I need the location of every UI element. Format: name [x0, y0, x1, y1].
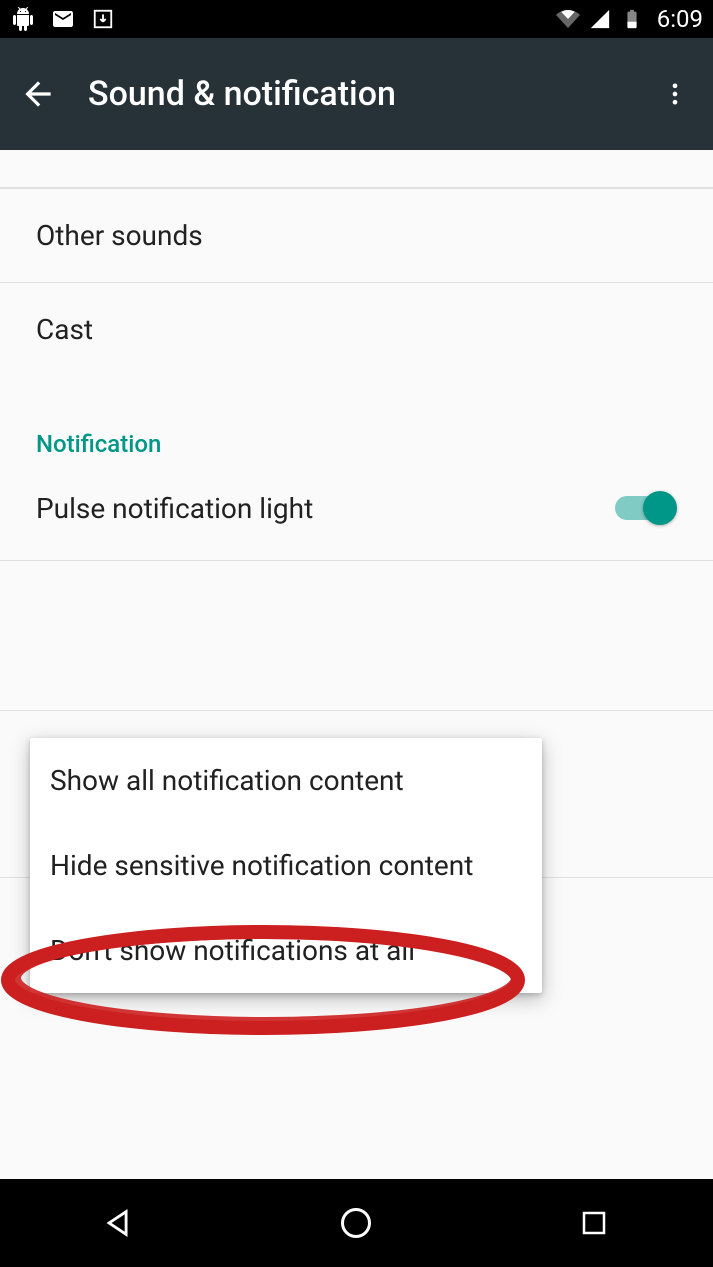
- settings-list: Other sounds Cast Notification Pulse not…: [0, 150, 713, 971]
- pulse-notification-label: Pulse notification light: [36, 492, 313, 525]
- android-icon: [10, 6, 36, 32]
- square-recents-icon: [579, 1208, 609, 1238]
- other-sounds-item[interactable]: Other sounds: [0, 188, 713, 282]
- hidden-row-behind-popup: [0, 560, 713, 710]
- wifi-icon: [555, 6, 581, 32]
- download-icon: [90, 6, 116, 32]
- popup-option-show-all[interactable]: Show all notification content: [30, 738, 542, 823]
- popup-option-hide-sensitive-label: Hide sensitive notification content: [50, 849, 473, 882]
- page-title: Sound & notification: [88, 74, 625, 114]
- app-bar: Sound & notification: [0, 38, 713, 150]
- notification-section-header: Notification: [0, 376, 713, 466]
- switch-thumb: [643, 491, 677, 525]
- nav-back-button[interactable]: [95, 1199, 143, 1247]
- nav-recents-button[interactable]: [570, 1199, 618, 1247]
- triangle-back-icon: [102, 1206, 136, 1240]
- popup-option-dont-show-label: Don't show notifications at all: [50, 934, 415, 967]
- cast-label: Cast: [36, 313, 93, 346]
- status-bar: 6:09: [0, 0, 713, 38]
- gmail-icon: [50, 6, 76, 32]
- overflow-menu-button[interactable]: [655, 74, 695, 114]
- lock-screen-notifications-popup: Show all notification content Hide sensi…: [30, 738, 542, 993]
- battery-icon: [619, 6, 645, 32]
- partial-item-top: [0, 150, 713, 188]
- pulse-notification-switch[interactable]: [611, 490, 677, 526]
- cast-item[interactable]: Cast: [0, 282, 713, 376]
- arrow-back-icon: [19, 75, 57, 113]
- nav-home-button[interactable]: [332, 1199, 380, 1247]
- back-button[interactable]: [18, 74, 58, 114]
- popup-option-hide-sensitive[interactable]: Hide sensitive notification content: [30, 823, 542, 908]
- status-left: [10, 6, 116, 32]
- popup-option-show-all-label: Show all notification content: [50, 764, 404, 797]
- pulse-notification-row[interactable]: Pulse notification light: [0, 466, 713, 560]
- status-right: 6:09: [555, 5, 703, 33]
- popup-option-dont-show[interactable]: Don't show notifications at all: [30, 908, 542, 993]
- status-time: 6:09: [657, 5, 703, 33]
- cellular-icon: [587, 6, 613, 32]
- more-vert-icon: [661, 80, 689, 108]
- circle-home-icon: [338, 1205, 374, 1241]
- other-sounds-label: Other sounds: [36, 219, 203, 252]
- navigation-bar: [0, 1179, 713, 1267]
